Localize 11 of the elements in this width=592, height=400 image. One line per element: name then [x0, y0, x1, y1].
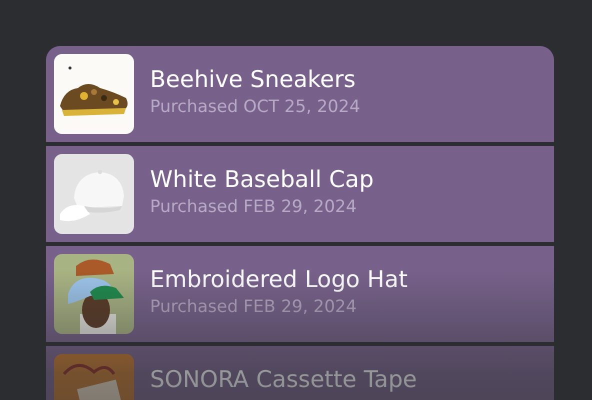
purchase-date: Purchased FEB 29, 2024 — [150, 297, 358, 317]
purchase-row[interactable]: Beehive Sneakers Purchased OCT 25, 2024 — [46, 46, 554, 142]
purchase-date: Purchased FEB 29, 2024 — [150, 197, 358, 217]
purchase-date: Purchased OCT 25, 2024 — [150, 97, 360, 117]
item-title: White Baseball Cap — [150, 166, 374, 194]
item-title: Embroidered Logo Hat — [150, 266, 408, 294]
item-title: Beehive Sneakers — [150, 66, 357, 94]
purchase-row[interactable]: White Baseball Cap Purchased FEB 29, 2024 — [46, 146, 554, 242]
purchase-row[interactable]: SONORA Cassette Tape — [46, 346, 554, 400]
item-title: SONORA Cassette Tape — [150, 366, 417, 394]
purchase-row[interactable]: Embroidered Logo Hat Purchased FEB 29, 2024 — [46, 246, 554, 342]
